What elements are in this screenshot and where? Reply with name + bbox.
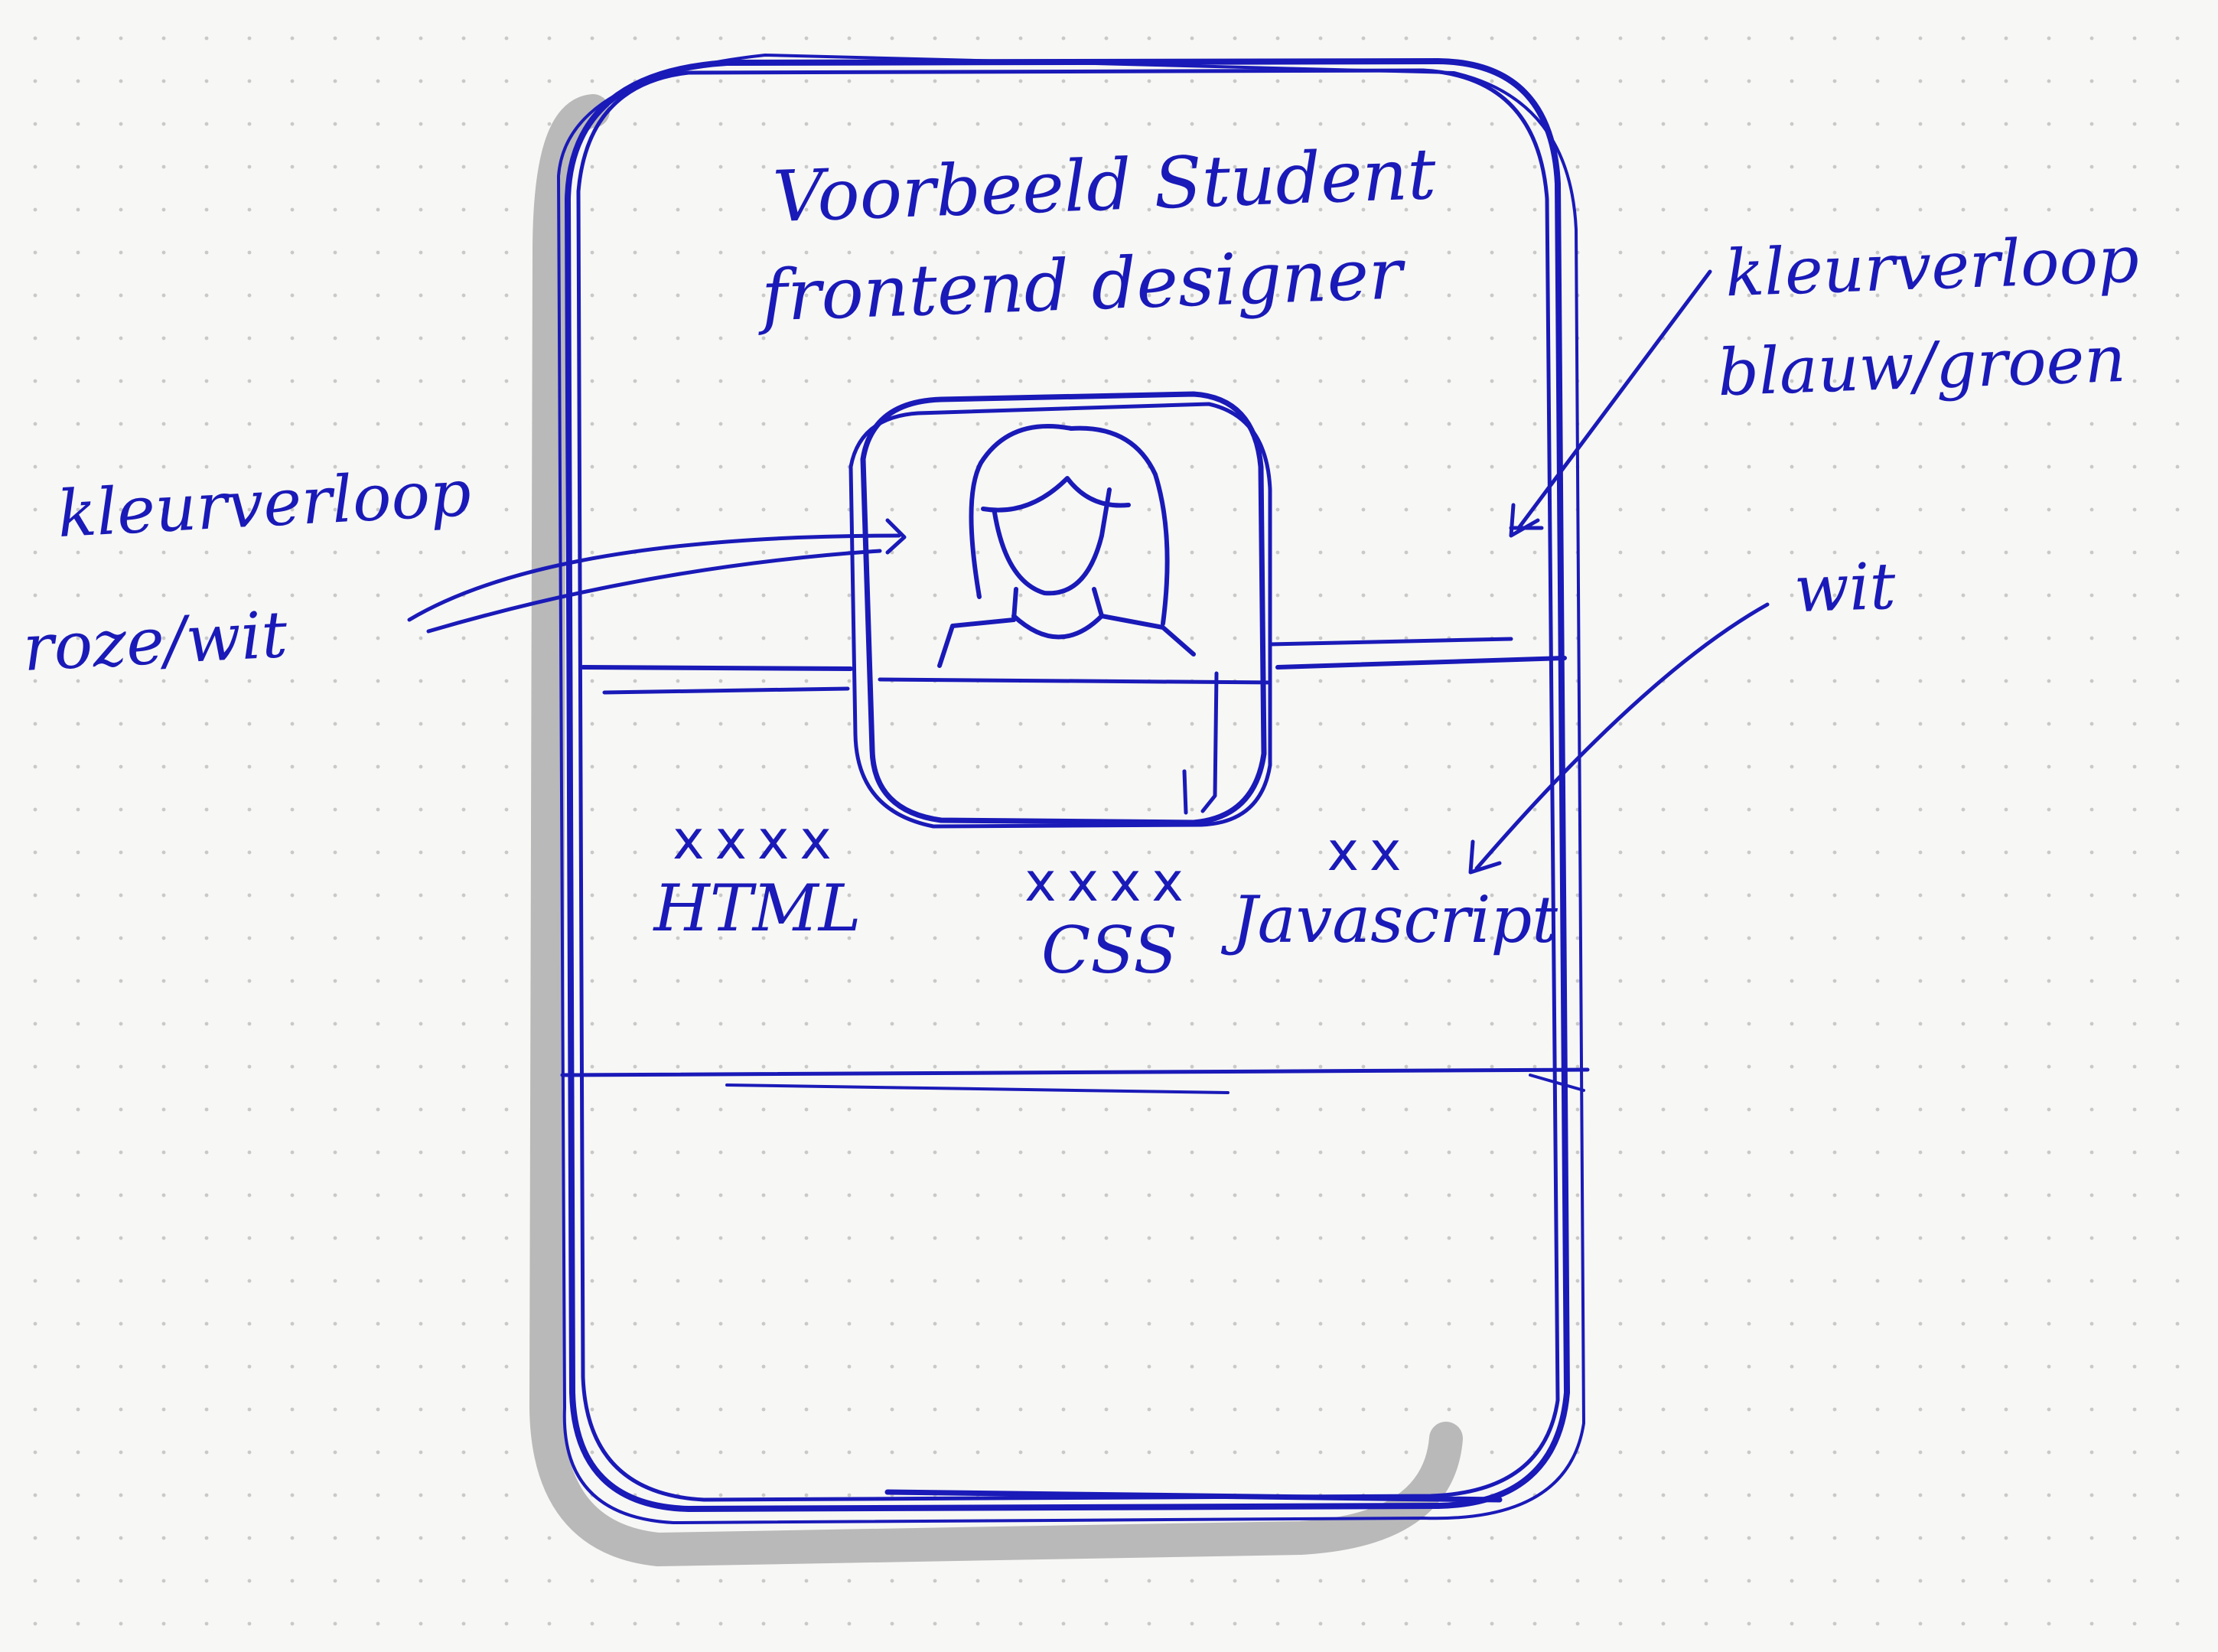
annotation-right-top-line-1: kleurverloop [1724,221,2141,311]
person-avatar-icon [937,424,1196,668]
skill-css: xxxx CSS [987,853,1232,989]
skill-rating: xxxx [673,809,842,872]
content-separator [560,1067,1590,1094]
skill-rating: xx [1327,820,1412,883]
arrow-right-mid-annotation [1468,602,1770,875]
arrow-right-top-annotation [1509,269,1712,538]
annotation-left-line-2: roze/wit [21,597,289,686]
arrow-left-annotation [407,518,907,634]
skill-html: xxxx HTML [627,811,888,947]
skill-rating: xxxx [1024,851,1194,914]
annotation-right-mid: wit [1793,548,1897,627]
header-separator [581,637,1567,695]
skill-label: CSS [1041,913,1177,988]
avatar-frame [848,391,1272,829]
skill-javascript: xx Javascript [1232,820,1558,959]
skill-label: Javascript [1232,882,1558,957]
annotation-right-top-line-2: blauw/groen [1716,321,2127,411]
skill-label: HTML [653,871,861,946]
